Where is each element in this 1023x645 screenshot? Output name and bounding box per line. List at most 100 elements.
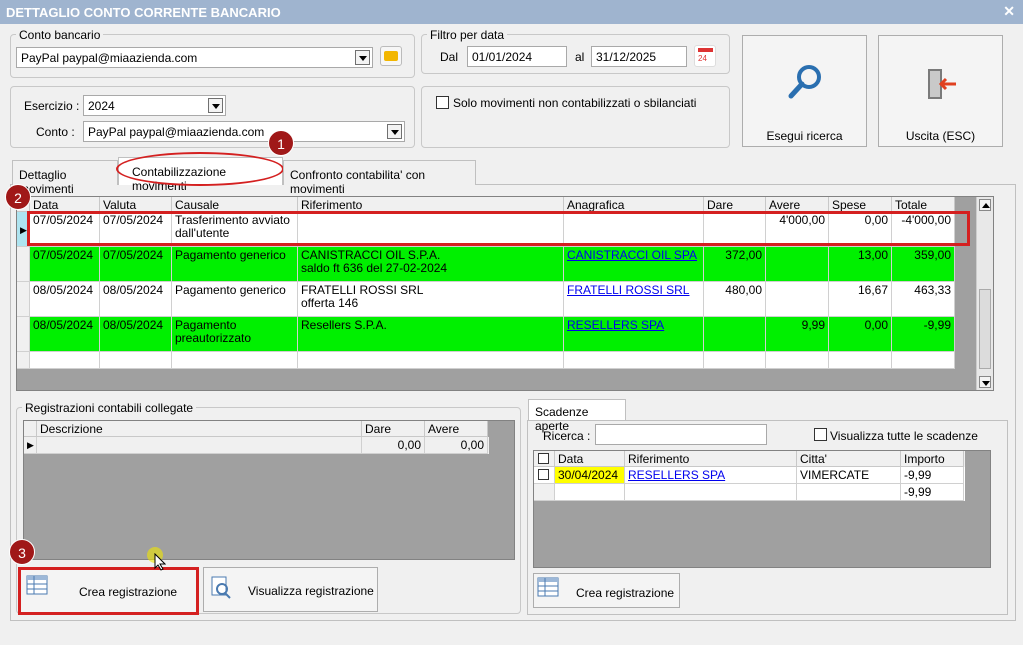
row-checkbox-cell	[534, 467, 555, 484]
row-highlight-frame	[27, 211, 970, 246]
table-row[interactable]: 07/05/2024 07/05/2024 Pagamento generico CA…	[17, 247, 955, 282]
registrazioni-grid[interactable]: Descrizione Dare Avere ▶ 0,00 0,00	[23, 420, 515, 560]
close-icon[interactable]: ✕	[1003, 3, 1015, 20]
row-selector[interactable]	[17, 282, 30, 317]
cell-dare: 372,00	[704, 247, 766, 282]
folder-icon	[384, 51, 398, 61]
scroll-down-icon[interactable]	[979, 376, 991, 388]
chevron-down-icon[interactable]	[387, 124, 402, 139]
cell-anagrafica[interactable]: FRATELLI ROSSI SRL	[564, 282, 704, 317]
chevron-down-icon[interactable]	[208, 98, 223, 113]
table-row[interactable]: ▶ 0,00 0,00	[24, 437, 489, 454]
cell-data: 08/05/2024	[30, 317, 100, 352]
exit-icon	[928, 69, 956, 99]
col-anagrafica[interactable]: Anagrafica	[564, 197, 704, 212]
step-badge-2: 2	[5, 184, 31, 210]
table-row-empty[interactable]	[17, 352, 955, 369]
esercizio-value: 2024	[88, 99, 115, 113]
cell-data-scad: 30/04/2024	[555, 467, 625, 484]
window-title: DETTAGLIO CONTO CORRENTE BANCARIO	[0, 0, 1023, 24]
select-all-checkbox[interactable]	[538, 453, 549, 464]
cell-dare	[704, 317, 766, 352]
cell-avere	[766, 282, 829, 317]
cell-dare: 480,00	[704, 282, 766, 317]
col-avere[interactable]: Avere	[766, 197, 829, 212]
conto-bancario-value: PayPal paypal@miaazienda.com	[21, 51, 198, 65]
search-label: Esegui ricerca	[766, 129, 843, 143]
col-causale[interactable]: Causale	[172, 197, 298, 212]
scadenze-grid[interactable]: Data scad... Riferimento Citta' Importo …	[533, 450, 991, 568]
conto-label: Conto :	[36, 125, 75, 139]
total-row: -9,99	[534, 484, 965, 501]
tab-scadenze-aperte[interactable]: Scadenze aperte	[528, 399, 626, 433]
col-descrizione: Descrizione	[37, 421, 362, 437]
search-icon	[788, 65, 821, 99]
dal-input[interactable]: 01/01/2024	[467, 46, 567, 67]
col-riferimento[interactable]: Riferimento	[298, 197, 564, 212]
cell-avere: 0,00	[425, 437, 488, 454]
cell-importo: -9,99	[901, 467, 964, 484]
table-icon	[537, 577, 559, 597]
table-row[interactable]: 08/05/2024 08/05/2024 Pagamento preautoriz…	[17, 317, 955, 352]
scroll-thumb[interactable]	[979, 289, 991, 369]
conto-select[interactable]: PayPal paypal@miaazienda.com	[83, 121, 405, 142]
visualizza-registrazione-button[interactable]: Visualizza registrazione	[203, 567, 378, 612]
mouse-cursor-icon	[154, 553, 166, 571]
row-selector-icon: ▶	[24, 437, 37, 454]
step-badge-3: 3	[9, 539, 35, 565]
search-button[interactable]: Esegui ricerca	[742, 35, 867, 147]
cell-causale: Pagamento generico	[172, 282, 298, 317]
button-highlight-frame	[18, 567, 199, 615]
cell-totale: -9,99	[892, 317, 955, 352]
col-totale[interactable]: Totale	[892, 197, 955, 212]
cell-anagrafica[interactable]: CANISTRACCI OIL SPA	[564, 247, 704, 282]
scadenze-crea-label: Crea registrazione	[576, 586, 675, 600]
exit-label: Uscita (ESC)	[905, 129, 976, 143]
exit-button[interactable]: Uscita (ESC)	[878, 35, 1003, 147]
tab-dettaglio-movimenti[interactable]: Dettaglio movimenti	[12, 160, 118, 196]
row-selector-header	[24, 421, 37, 437]
table-row[interactable]: 30/04/2024 RESELLERS SPA VIMERCATE (MB) …	[534, 467, 965, 484]
cell-data: 08/05/2024	[30, 282, 100, 317]
ricerca-input[interactable]	[595, 424, 767, 445]
movimenti-scrollbar[interactable]	[976, 197, 993, 390]
cell-data: 07/05/2024	[30, 247, 100, 282]
col-spese[interactable]: Spese	[829, 197, 892, 212]
cell-causale: Pagamento preautorizzato	[172, 317, 298, 352]
cell-riferimento-link[interactable]: RESELLERS SPA	[625, 467, 797, 484]
cell-totale: 359,00	[892, 247, 955, 282]
esercizio-select[interactable]: 2024	[83, 95, 226, 116]
col-importo: Importo	[901, 451, 964, 467]
row-selector[interactable]	[17, 317, 30, 352]
select-all-cell	[534, 451, 555, 467]
cell-valuta: 07/05/2024	[100, 247, 172, 282]
esercizio-label: Esercizio :	[24, 99, 80, 113]
folder-button[interactable]	[380, 46, 402, 66]
tab-confronto-contabilita[interactable]: Confronto contabilita' con movimenti	[283, 160, 476, 196]
visualizza-registrazione-label: Visualizza registrazione	[248, 584, 374, 598]
visualizza-tutte-checkbox[interactable]	[814, 428, 827, 441]
solo-movimenti-label: Solo movimenti non contabilizzati o sbil…	[453, 96, 697, 110]
col-dare[interactable]: Dare	[704, 197, 766, 212]
al-input[interactable]: 31/12/2025	[591, 46, 687, 67]
chevron-down-icon[interactable]	[355, 50, 370, 65]
table-row[interactable]: 08/05/2024 08/05/2024 Pagamento generico FR…	[17, 282, 955, 317]
row-selector[interactable]	[17, 247, 30, 282]
calendar-icon[interactable]: 24	[694, 45, 716, 67]
magnifier-document-icon	[211, 576, 231, 599]
ricerca-label: Ricerca :	[543, 429, 591, 443]
col-citta: Citta'	[797, 451, 901, 467]
total-importo: -9,99	[901, 484, 964, 501]
scroll-up-icon[interactable]	[979, 199, 991, 211]
col-valuta[interactable]: Valuta	[100, 197, 172, 212]
cell-riferimento: FRATELLI ROSSI SRL offerta 146	[298, 282, 564, 317]
col-data[interactable]: Data	[30, 197, 100, 212]
scadenze-crea-registrazione-button[interactable]: Crea registrazione	[533, 573, 680, 608]
cell-avere: 9,99	[766, 317, 829, 352]
cell-anagrafica[interactable]: RESELLERS SPA	[564, 317, 704, 352]
cell-totale: 463,33	[892, 282, 955, 317]
conto-bancario-select[interactable]: PayPal paypal@miaazienda.com	[16, 47, 373, 68]
solo-movimenti-checkbox[interactable]	[436, 96, 449, 109]
row-checkbox[interactable]	[538, 469, 549, 480]
conto-bancario-legend: Conto bancario	[16, 28, 104, 42]
